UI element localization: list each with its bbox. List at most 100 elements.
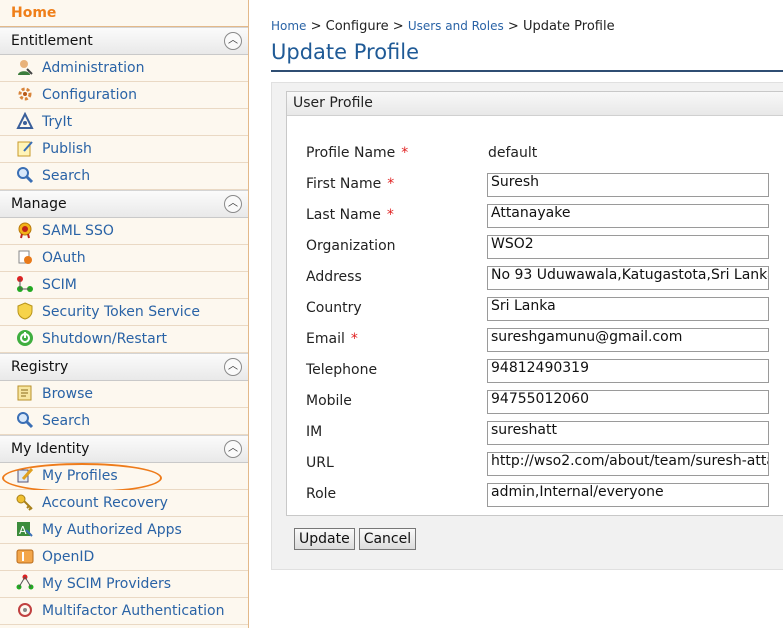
sidebar-item-publish[interactable]: Publish [0,136,248,163]
sidebar-item-label: My Authorized Apps [42,522,182,538]
sidebar-item-label: Search [42,413,91,429]
field-label: Last Name * [306,207,394,223]
country-input[interactable]: Sri Lanka [487,297,769,321]
sidebar-item-my-profiles[interactable]: My Profiles [0,463,248,493]
im-input[interactable]: sureshatt [487,421,769,445]
breadcrumb-separator: > [310,19,322,34]
sidebar-item-shutdown-restart[interactable]: Shutdown/Restart [0,326,248,353]
key-icon [16,493,34,511]
publish-icon [16,139,34,157]
field-label: Country [306,300,362,316]
email-input[interactable]: sureshgamunu@gmail.com [487,328,769,352]
sidebar-item-label: OpenID [42,549,95,565]
sidebar-item-label: Multifactor Authentication [42,603,225,619]
field-label: Organization [306,238,396,254]
organization-row: Organization WSO2 [306,235,783,259]
page-title: Update Profile [271,40,420,64]
breadcrumb-configure: Configure [325,19,389,34]
section-title: My Identity [11,441,90,457]
field-label: Role [306,486,337,502]
sidebar-home-link[interactable]: Home [0,0,248,27]
power-icon [16,329,34,347]
sidebar-item-multifactor-authentication[interactable]: Multifactor Authentication [0,598,248,625]
shield-icon [16,302,34,320]
last-name-row: Last Name * Attanayake [306,204,783,228]
organization-input[interactable]: WSO2 [487,235,769,259]
sidebar-item-my-authorized-apps[interactable]: A My Authorized Apps [0,517,248,544]
sidebar-item-label: Administration [42,60,145,76]
sidebar-item-registry-search[interactable]: Search [0,408,248,435]
im-row: IM sureshatt [306,421,783,445]
telephone-input[interactable]: 94812490319 [487,359,769,383]
sidebar-item-scim[interactable]: SCIM [0,272,248,299]
sidebar-item-security-token-service[interactable]: Security Token Service [0,299,248,326]
sidebar-item-label: Account Recovery [42,495,168,511]
field-label: Email * [306,331,358,347]
multifactor-icon [16,601,34,619]
profile-name-row: Profile Name * default [306,142,783,166]
breadcrumb: Home > Configure > Users and Roles > Upd… [271,19,615,34]
update-button[interactable]: Update [294,528,355,550]
cancel-button[interactable]: Cancel [358,528,417,550]
profile-name-value: default [488,145,538,161]
scim-providers-icon [16,574,34,592]
required-marker: * [387,176,395,192]
tryit-icon [16,111,34,130]
role-input[interactable]: admin,Internal/everyone [487,483,769,507]
email-row: Email * sureshgamunu@gmail.com [306,328,783,352]
profile-edit-icon [16,466,34,484]
sidebar-item-label: TryIt [42,114,73,130]
admin-user-icon [16,58,34,76]
sidebar-item-label: My Profiles [42,468,118,484]
first-name-row: First Name * Suresh [306,173,783,197]
collapse-icon[interactable]: ︿ [224,440,242,458]
sidebar-item-configuration[interactable]: Configuration [0,82,248,109]
sidebar-item-label: Publish [42,141,92,157]
sidebar-item-saml-sso[interactable]: SAML SSO [0,218,248,245]
sidebar-item-my-scim-providers[interactable]: My SCIM Providers [0,571,248,598]
field-label: Profile Name * [306,145,409,161]
authorized-apps-icon: A [16,520,34,538]
collapse-icon[interactable]: ︿ [224,195,242,213]
country-row: Country Sri Lanka [306,297,783,321]
field-label: URL [306,455,334,471]
mobile-row: Mobile 94755012060 [306,390,783,414]
role-row: Role admin,Internal/everyone [306,483,783,507]
section-header-my-identity[interactable]: My Identity ︿ [0,435,248,463]
configuration-icon [16,85,34,103]
sidebar-item-tryit[interactable]: TryIt [0,109,248,136]
sidebar-item-search[interactable]: Search [0,163,248,190]
sidebar-item-oauth[interactable]: OAuth [0,245,248,272]
first-name-input[interactable]: Suresh [487,173,769,197]
mobile-input[interactable]: 94755012060 [487,390,769,414]
sidebar-item-label: Browse [42,386,93,402]
collapse-icon[interactable]: ︿ [224,32,242,50]
section-header-entitlement[interactable]: Entitlement ︿ [0,27,248,55]
scim-icon [16,275,34,293]
sidebar-item-label: SCIM [42,277,77,293]
section-header-manage[interactable]: Manage ︿ [0,190,248,218]
section-title: Manage [11,196,67,212]
openid-icon [16,547,34,565]
section-header-registry[interactable]: Registry ︿ [0,353,248,381]
breadcrumb-users-and-roles[interactable]: Users and Roles [408,19,504,33]
sidebar-item-browse[interactable]: Browse [0,381,248,408]
breadcrumb-home[interactable]: Home [271,19,306,33]
search-icon [16,166,34,184]
last-name-input[interactable]: Attanayake [487,204,769,228]
url-input[interactable]: http://wso2.com/about/team/suresh-attana… [487,452,769,476]
section-title: Entitlement [11,33,93,49]
title-divider [271,70,783,72]
address-input[interactable]: No 93 Uduwawala,Katugastota,Sri Lanka [487,266,769,290]
field-label: Telephone [306,362,378,378]
field-label: Mobile [306,393,352,409]
sidebar-item-account-recovery[interactable]: Account Recovery [0,490,248,517]
user-profile-fieldset: User Profile Profile Name * default First… [286,91,783,516]
collapse-icon[interactable]: ︿ [224,358,242,376]
form-actions: Update Cancel [294,528,420,550]
sidebar-menu: Home Entitlement ︿ Administration Config… [0,0,249,628]
search-icon [16,411,34,429]
sidebar-item-label: Security Token Service [42,304,200,320]
sidebar-item-openid[interactable]: OpenID [0,544,248,571]
sidebar-item-administration[interactable]: Administration [0,55,248,82]
